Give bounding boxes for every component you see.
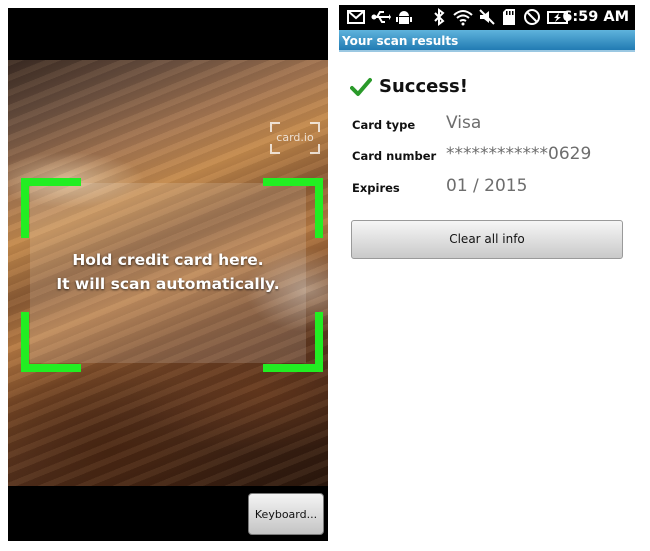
success-text: Success!	[379, 76, 468, 97]
android-debug-icon	[396, 11, 412, 24]
instruction-line-1: Hold credit card here.	[72, 251, 264, 269]
checkmark-icon	[350, 78, 372, 96]
bluetooth-icon	[434, 8, 445, 26]
logo-text: card.io	[276, 131, 314, 144]
mute-icon	[479, 9, 495, 25]
logo-corner	[310, 144, 320, 154]
gmail-icon	[347, 10, 365, 24]
guide-corner-top-left	[21, 178, 81, 238]
guide-corner-bottom-left	[21, 312, 81, 372]
screen-title: Your scan results	[339, 30, 635, 52]
expires-label: Expires	[352, 181, 400, 195]
card-number-value: ************0629	[446, 144, 592, 164]
clear-all-info-button[interactable]: Clear all info	[351, 220, 623, 259]
keyboard-button[interactable]: Keyboard...	[248, 493, 324, 535]
logo-corner	[270, 144, 280, 154]
guide-corner-bottom-right	[263, 312, 323, 372]
instruction-line-2: It will scan automatically.	[56, 275, 280, 293]
guide-corner-top-right	[263, 178, 323, 238]
results-screen: 6:59 AM Your scan results Success! Card …	[339, 5, 635, 265]
scan-instructions: Hold credit card here. It will scan auto…	[8, 248, 328, 296]
logo-corner	[310, 122, 320, 132]
usb-icon	[371, 11, 391, 23]
sd-card-icon	[503, 9, 515, 25]
cardio-logo: card.io	[270, 122, 320, 154]
scanner-screen: Hold credit card here. It will scan auto…	[8, 8, 328, 541]
card-number-label: Card number	[352, 149, 437, 163]
status-bar: 6:59 AM	[339, 5, 635, 30]
logo-corner	[270, 122, 280, 132]
camera-preview: Hold credit card here. It will scan auto…	[8, 60, 328, 486]
card-type-value: Visa	[446, 113, 482, 133]
no-signal-icon	[524, 9, 540, 25]
expires-value: 01 / 2015	[446, 176, 528, 196]
card-type-label: Card type	[352, 118, 416, 132]
clock: 6:59 AM	[562, 9, 629, 25]
wifi-icon	[453, 10, 473, 26]
